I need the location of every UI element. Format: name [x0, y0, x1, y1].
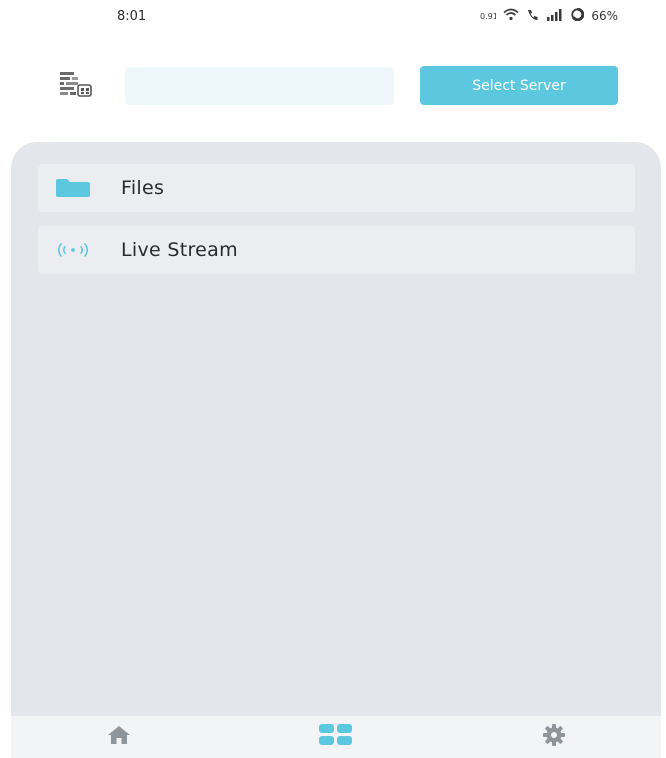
status-bar: 8:01 0.91 66%	[0, 0, 666, 36]
menu-item-files[interactable]: Files	[38, 164, 635, 212]
folder-icon	[53, 176, 93, 200]
wifi-icon	[503, 8, 519, 24]
select-server-button[interactable]: Select Server	[420, 66, 618, 105]
status-time: 8:01	[117, 9, 147, 24]
nav-home[interactable]	[94, 723, 144, 751]
app-screen: 8:01 0.91 66% Select Server Files Live S…	[0, 0, 666, 758]
nav-dashboard[interactable]	[311, 723, 361, 751]
qr-code-icon	[59, 71, 93, 101]
svg-text:0.91: 0.91	[480, 12, 496, 21]
top-bar: Select Server	[0, 48, 666, 128]
status-icons: 0.91 66%	[480, 7, 618, 24]
content-panel: Files Live Stream	[11, 142, 661, 716]
call-icon	[526, 8, 539, 24]
live-stream-icon	[53, 238, 93, 262]
qr-scan-button[interactable]	[52, 70, 100, 102]
settings-icon	[542, 723, 566, 751]
menu-item-label: Live Stream	[121, 239, 238, 261]
battery-icon	[571, 7, 585, 24]
menu-item-label: Files	[121, 177, 165, 199]
home-icon	[106, 724, 132, 750]
menu-item-live-stream[interactable]: Live Stream	[38, 226, 635, 274]
dashboard-icon	[318, 723, 354, 751]
server-address-input[interactable]	[125, 67, 394, 105]
bottom-navigation	[11, 716, 661, 758]
data-icon: 0.91	[480, 9, 498, 24]
battery-percent: 66%	[591, 9, 618, 23]
nav-settings[interactable]	[529, 723, 579, 751]
signal-icon	[546, 8, 564, 24]
